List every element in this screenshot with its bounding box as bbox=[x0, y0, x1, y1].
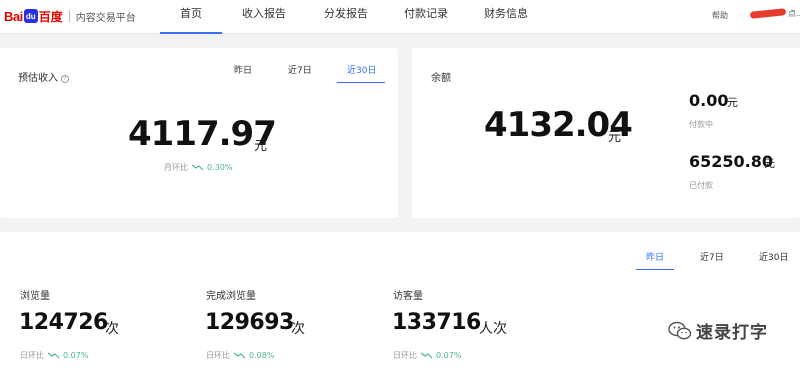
income-unit: 元 bbox=[254, 139, 268, 154]
baidu-logo[interactable]: Bai du 百度 内容交易平台 bbox=[4, 6, 136, 26]
nav-payment-records[interactable]: 付款记录 bbox=[402, 0, 450, 34]
nav-finance-info[interactable]: 财务信息 bbox=[482, 0, 530, 34]
top-header: Bai du 百度 内容交易平台 首页 收入报告 分发报告 付款记录 财务信息 … bbox=[0, 0, 800, 34]
balance-unit: 元 bbox=[608, 130, 622, 145]
income-compare-label: 月环比 bbox=[164, 163, 188, 172]
metric-visitors-compare-label: 日环比 bbox=[393, 351, 417, 360]
metric-complete-views-value: 129693 bbox=[205, 310, 294, 335]
income-tab-yesterday[interactable]: 昨日 bbox=[234, 63, 252, 76]
redacted-username bbox=[749, 8, 787, 19]
traffic-card: 昨日 近7日 近30日 浏览量 124726 次 日环比 0.07% 完成浏览量… bbox=[0, 232, 800, 368]
metric-views-compare: 日环比 0.07% bbox=[20, 350, 88, 361]
traffic-tab-yesterday[interactable]: 昨日 bbox=[646, 250, 664, 263]
income-compare-pct: 0.30% bbox=[207, 163, 233, 172]
paw-icon: du bbox=[23, 9, 38, 23]
wechat-watermark: 速录打字 bbox=[668, 318, 768, 343]
metric-views-value: 124726 bbox=[19, 310, 108, 335]
question-icon[interactable]: ? bbox=[61, 74, 69, 83]
metric-complete-views-compare: 日环比 0.08% bbox=[206, 350, 274, 361]
platform-name: 内容交易平台 bbox=[75, 12, 136, 24]
traffic-tab-7days[interactable]: 近7日 bbox=[700, 250, 724, 263]
metric-complete-views-compare-label: 日环比 bbox=[206, 351, 230, 360]
logo-bai-text: Bai bbox=[4, 8, 23, 24]
paid-value: 65250.80 bbox=[689, 152, 774, 171]
paying-label: 付款中 bbox=[689, 120, 713, 129]
metric-visitors-compare: 日环比 0.07% bbox=[393, 350, 461, 361]
metric-complete-views-unit: 次 bbox=[291, 321, 305, 337]
income-title-text: 预估收入 bbox=[18, 73, 58, 84]
estimated-income-card: 预估收入? 昨日 近7日 近30日 4117.97 元 月环比 0.30% bbox=[0, 48, 398, 218]
income-tab-30days[interactable]: 近30日 bbox=[347, 63, 376, 76]
metric-complete-views-compare-pct: 0.08% bbox=[249, 351, 275, 360]
nav-income-report[interactable]: 收入报告 bbox=[240, 0, 288, 34]
user-menu[interactable]: 点... bbox=[749, 8, 800, 19]
metric-views-label: 浏览量 bbox=[20, 291, 50, 302]
paid-label: 已付款 bbox=[689, 181, 713, 190]
balance-title: 余额 bbox=[431, 73, 451, 84]
traffic-tab-indicator bbox=[636, 269, 674, 270]
metric-views-compare-label: 日环比 bbox=[20, 351, 44, 360]
balance-card: 余额 4132.04 元 0.00 元 付款中 65250.80 元 已付款 bbox=[412, 48, 800, 218]
traffic-tab-30days[interactable]: 近30日 bbox=[759, 250, 788, 263]
metric-views-unit: 次 bbox=[105, 321, 119, 337]
help-link[interactable]: 帮助 bbox=[712, 10, 728, 21]
logo-divider bbox=[68, 10, 70, 22]
income-title: 预估收入? bbox=[18, 69, 69, 84]
username-suffix: 点... bbox=[788, 9, 800, 18]
logo-cn-text: 百度 bbox=[38, 9, 63, 24]
metric-visitors-unit: 人次 bbox=[479, 321, 507, 337]
watermark-text: 速录打字 bbox=[696, 323, 768, 343]
trend-down-icon bbox=[192, 164, 204, 171]
nav-distribution-report[interactable]: 分发报告 bbox=[322, 0, 370, 34]
income-tab-7days[interactable]: 近7日 bbox=[288, 63, 312, 76]
income-compare: 月环比 0.30% bbox=[164, 162, 232, 173]
trend-down-icon bbox=[421, 352, 433, 359]
trend-down-icon bbox=[48, 352, 60, 359]
metric-views-compare-pct: 0.07% bbox=[63, 351, 89, 360]
wechat-icon bbox=[668, 321, 692, 339]
trend-down-icon bbox=[234, 352, 246, 359]
paying-value: 0.00 bbox=[689, 91, 729, 110]
income-tab-indicator bbox=[337, 82, 385, 83]
main-nav: 首页 收入报告 分发报告 付款记录 财务信息 bbox=[150, 0, 530, 34]
paying-unit: 元 bbox=[727, 96, 738, 109]
metric-visitors-value: 133716 bbox=[392, 310, 481, 335]
metric-complete-views-label: 完成浏览量 bbox=[206, 291, 256, 302]
metric-visitors-compare-pct: 0.07% bbox=[436, 351, 462, 360]
paid-unit: 元 bbox=[764, 157, 775, 170]
metric-visitors-label: 访客量 bbox=[393, 291, 423, 302]
nav-home[interactable]: 首页 bbox=[160, 0, 222, 34]
